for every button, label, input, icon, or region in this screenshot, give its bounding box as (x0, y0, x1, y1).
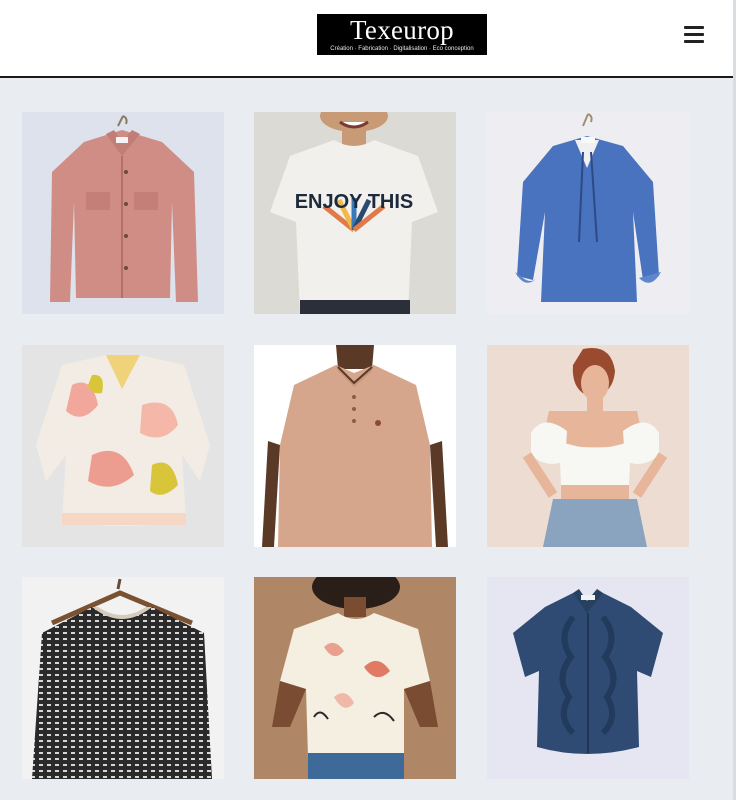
logo-name: Texeurop (350, 15, 454, 45)
tshirt-graphic-text: ENJOY THIS (295, 191, 414, 213)
white-tshirt-enjoy-this-image: ENJOY THIS (254, 112, 456, 314)
product-image-navy-ruffle-blouse[interactable] (487, 577, 689, 779)
navy-ruffle-blouse-image (487, 577, 689, 779)
product-image-printed-floral-tshirt[interactable] (254, 577, 456, 779)
menu-bar (684, 33, 704, 36)
brand-logo[interactable]: Texeurop Création · Fabrication · Digita… (317, 14, 487, 55)
product-image-beige-polo-shirt[interactable] (254, 345, 456, 547)
hamburger-menu-icon[interactable] (684, 25, 704, 43)
logo-tagline: Création · Fabrication · Digitalisation … (330, 46, 474, 52)
product-image-white-puff-sleeve-crop-top[interactable] (487, 345, 689, 547)
pink-corduroy-jacket-image (22, 112, 224, 314)
printed-floral-tshirt-image (254, 577, 456, 779)
menu-bar (684, 40, 704, 43)
pastel-jacquard-sweater-image (22, 345, 224, 547)
product-image-blue-tie-neck-blouse[interactable] (487, 112, 689, 314)
product-image-white-tshirt-enjoy-this[interactable]: ENJOY THIS (254, 112, 456, 314)
product-image-pink-corduroy-jacket[interactable] (22, 112, 224, 314)
blue-tie-neck-blouse-image (487, 112, 689, 314)
white-puff-sleeve-crop-top-image (487, 345, 689, 547)
product-image-pastel-jacquard-sweater[interactable] (22, 345, 224, 547)
black-white-knit-sweater-image (22, 577, 224, 779)
beige-polo-shirt-image (254, 345, 456, 547)
product-image-black-white-knit-sweater[interactable] (22, 577, 224, 779)
menu-bar (684, 26, 704, 29)
site-header: Texeurop Création · Fabrication · Digita… (0, 0, 736, 78)
